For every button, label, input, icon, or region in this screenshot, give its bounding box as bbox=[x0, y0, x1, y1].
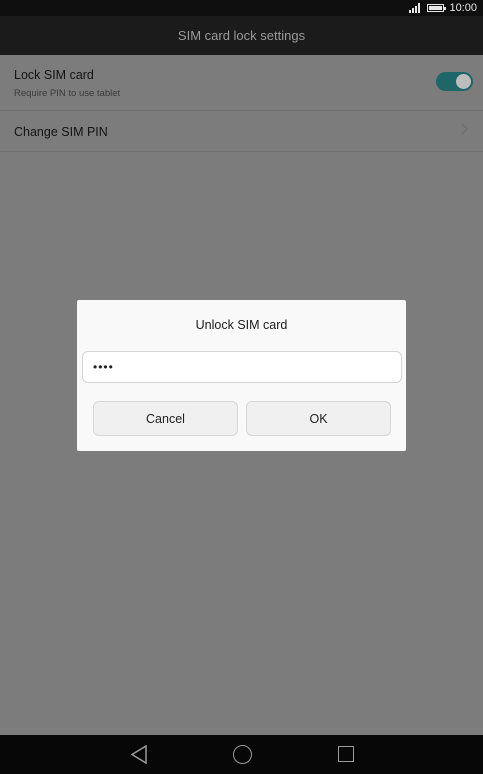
chevron-right-icon bbox=[456, 123, 468, 135]
signal-icon bbox=[409, 3, 422, 13]
page-title: SIM card lock settings bbox=[177, 28, 306, 43]
toggle-knob bbox=[456, 74, 471, 89]
dialog-title: Unlock SIM card bbox=[195, 318, 288, 332]
status-time: 10:00 bbox=[449, 2, 477, 14]
navigation-bar bbox=[0, 735, 483, 774]
cancel-label: Cancel bbox=[146, 411, 185, 426]
change-sim-pin-title: Change SIM PIN bbox=[14, 125, 108, 139]
status-bar: 10:00 bbox=[0, 0, 483, 16]
change-sim-pin-row[interactable]: Change SIM PIN bbox=[0, 111, 483, 152]
status-indicators: 10:00 bbox=[409, 0, 477, 16]
pin-input[interactable]: •••• bbox=[82, 351, 402, 383]
ok-button[interactable]: OK bbox=[246, 401, 391, 436]
title-bar: SIM card lock settings bbox=[0, 16, 483, 55]
recents-icon[interactable] bbox=[338, 746, 354, 762]
back-icon[interactable] bbox=[130, 745, 148, 764]
pin-value: •••• bbox=[93, 360, 114, 374]
lock-sim-title: Lock SIM card bbox=[14, 68, 94, 82]
lock-sim-row[interactable]: Lock SIM card Require PIN to use tablet bbox=[0, 55, 483, 111]
cancel-button[interactable]: Cancel bbox=[93, 401, 238, 436]
lock-sim-subtitle: Require PIN to use tablet bbox=[14, 88, 121, 99]
ok-label: OK bbox=[309, 411, 328, 426]
home-icon[interactable] bbox=[233, 745, 252, 764]
battery-icon bbox=[427, 4, 447, 12]
settings-list: Lock SIM card Require PIN to use tablet … bbox=[0, 55, 483, 152]
lock-sim-toggle[interactable] bbox=[436, 72, 473, 91]
unlock-sim-dialog: Unlock SIM card •••• Cancel OK bbox=[77, 300, 406, 451]
